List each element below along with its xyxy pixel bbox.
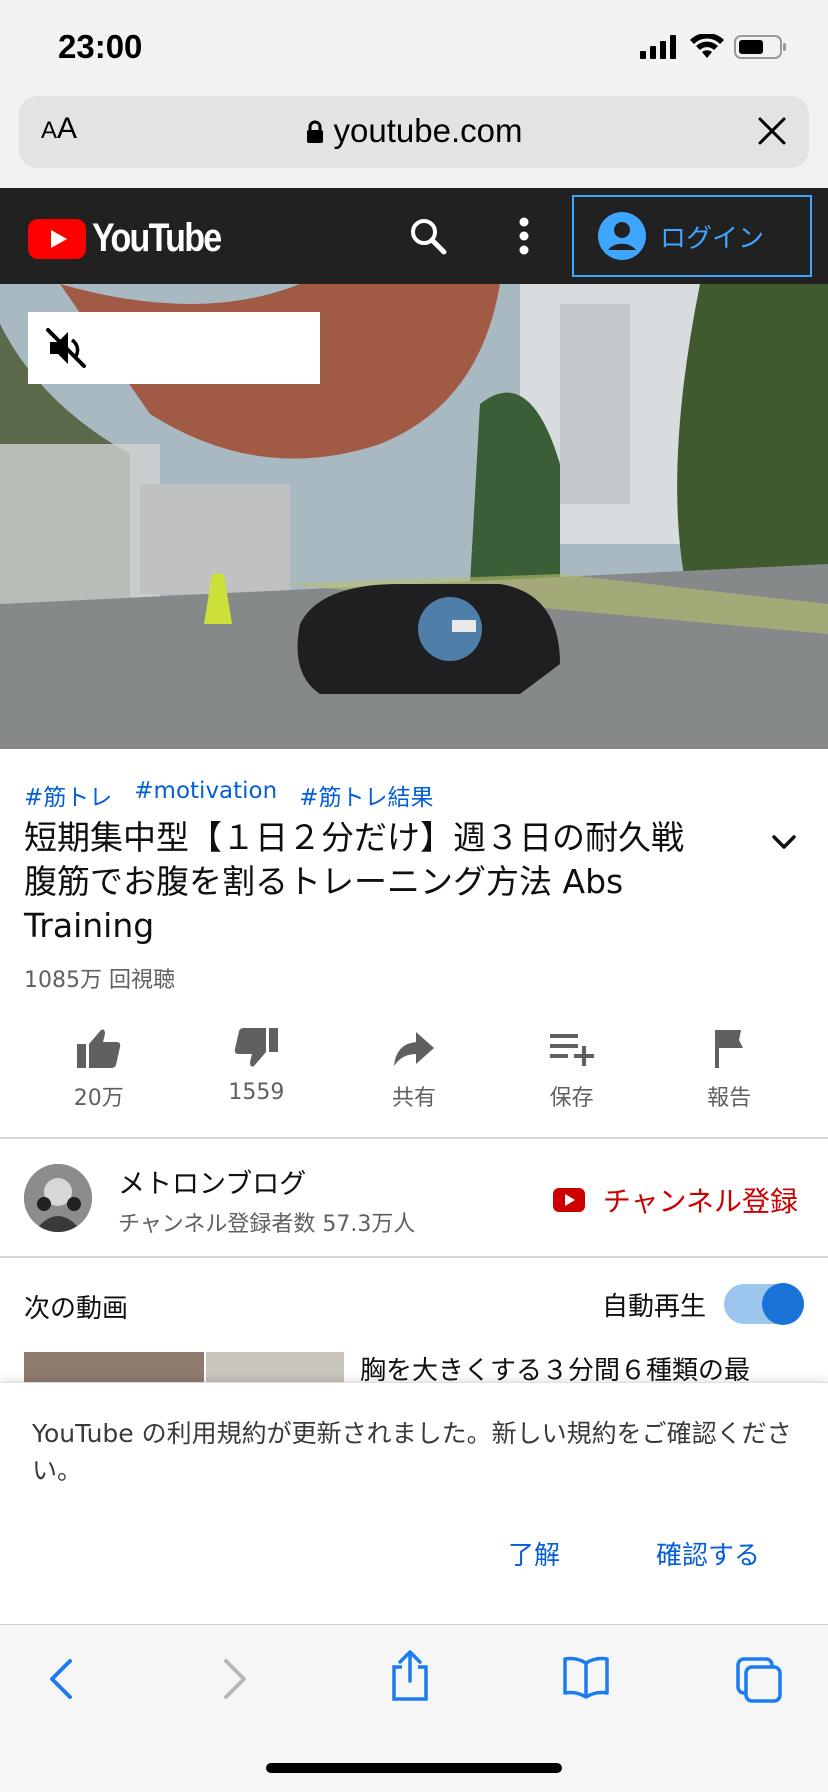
up-next-heading: 次の動画 bbox=[24, 1294, 129, 1324]
ok-button[interactable]: 了解 bbox=[508, 1535, 560, 1572]
like-count: 20万 bbox=[73, 1086, 124, 1111]
thumbnail-part bbox=[206, 1352, 344, 1382]
back-icon[interactable] bbox=[44, 1655, 78, 1703]
section-divider bbox=[0, 1137, 828, 1139]
channel-avatar-image bbox=[24, 1164, 92, 1232]
status-time: 23:00 bbox=[58, 28, 143, 65]
forward-icon[interactable] bbox=[218, 1655, 252, 1703]
view-count: 1085万 回視聴 bbox=[24, 968, 175, 993]
youtube-play-icon bbox=[552, 1188, 585, 1212]
action-bar: 20万 1559 共有 保存 報告 bbox=[0, 1018, 828, 1138]
autoplay-toggle-knob bbox=[762, 1283, 804, 1325]
playlist-add-icon bbox=[549, 1034, 594, 1066]
safari-top-bar: AA youtube.com bbox=[0, 96, 828, 188]
review-terms-button[interactable]: 確認する bbox=[656, 1535, 760, 1572]
hashtag-link[interactable]: #筋トレ bbox=[24, 778, 112, 812]
lock-icon bbox=[306, 120, 323, 143]
url-display[interactable]: youtube.com bbox=[19, 112, 809, 150]
next-video-thumbnail[interactable] bbox=[24, 1352, 344, 1382]
search-icon[interactable] bbox=[408, 216, 448, 256]
share-button[interactable]: 共有 bbox=[344, 1018, 484, 1138]
video-player[interactable] bbox=[0, 284, 828, 749]
like-button[interactable]: 20万 bbox=[29, 1018, 169, 1138]
video-title-line: 短期集中型【１日２分だけ】週３日の耐久戦 bbox=[24, 818, 684, 857]
youtube-logo[interactable]: YouTube bbox=[28, 216, 243, 261]
muted-speaker-icon bbox=[46, 328, 86, 368]
flag-icon bbox=[715, 1030, 744, 1068]
terms-update-dialog: YouTube の利用規約が更新されました。新しい規約をご確認ください。 了解 … bbox=[0, 1382, 828, 1624]
channel-row: メトロンブログ チャンネル登録者数 57.3万人 チャンネル登録 bbox=[0, 1140, 828, 1258]
status-bar: 23:00 bbox=[0, 0, 828, 96]
tabs-icon[interactable] bbox=[734, 1655, 784, 1705]
subscribe-label: チャンネル登録 bbox=[602, 1185, 798, 1218]
close-icon[interactable] bbox=[757, 116, 787, 146]
terms-message: YouTube の利用規約が更新されました。新しい規約をご確認ください。 bbox=[32, 1419, 792, 1485]
subscribe-button[interactable]: チャンネル登録 bbox=[552, 1180, 798, 1220]
youtube-play-logo-icon bbox=[28, 218, 86, 259]
address-bar[interactable]: AA youtube.com bbox=[19, 96, 809, 168]
save-button[interactable]: 保存 bbox=[502, 1018, 642, 1138]
bookmarks-icon[interactable] bbox=[562, 1655, 610, 1699]
video-title[interactable]: 短期集中型【１日２分だけ】週３日の耐久戦 腹筋でお腹を割るトレーニング方法 Ab… bbox=[24, 816, 784, 948]
home-indicator bbox=[266, 1763, 562, 1773]
thumbs-up-icon bbox=[76, 1029, 120, 1068]
chevron-down-icon[interactable] bbox=[770, 832, 798, 852]
share-sheet-icon[interactable] bbox=[388, 1649, 432, 1703]
hashtag-link[interactable]: #筋トレ結果 bbox=[299, 778, 433, 812]
section-divider bbox=[0, 1256, 828, 1258]
share-icon bbox=[393, 1032, 434, 1066]
video-title-line: 腹筋でお腹を割るトレーニング方法 Abs bbox=[24, 862, 624, 901]
channel-name[interactable]: メトロンブログ bbox=[118, 1162, 306, 1201]
more-vertical-icon[interactable] bbox=[512, 214, 536, 258]
thumbs-down-icon bbox=[235, 1028, 279, 1067]
youtube-header: YouTube ログイン bbox=[0, 188, 828, 284]
dislike-button[interactable]: 1559 bbox=[186, 1018, 326, 1138]
report-label: 報告 bbox=[707, 1086, 752, 1111]
share-label: 共有 bbox=[391, 1086, 436, 1111]
video-title-line: Training bbox=[24, 906, 155, 945]
subscriber-count: チャンネル登録者数 57.3万人 bbox=[118, 1212, 416, 1237]
account-circle-icon bbox=[598, 212, 646, 260]
report-button[interactable]: 報告 bbox=[659, 1018, 799, 1138]
url-text: youtube.com bbox=[333, 112, 523, 149]
login-label: ログイン bbox=[660, 223, 765, 254]
youtube-logo-text: YouTube bbox=[92, 216, 222, 260]
channel-avatar[interactable] bbox=[24, 1164, 92, 1232]
dislike-count: 1559 bbox=[228, 1080, 285, 1105]
save-label: 保存 bbox=[549, 1086, 594, 1111]
next-video-title[interactable]: 胸を大きくする３分間６種類の最 bbox=[360, 1350, 810, 1384]
thumbnail-part bbox=[24, 1352, 204, 1382]
autoplay-control: 自動再生 bbox=[601, 1283, 804, 1325]
cellular-signal-icon bbox=[640, 35, 676, 59]
status-icons bbox=[640, 34, 788, 60]
wifi-icon bbox=[690, 34, 724, 58]
battery-icon bbox=[734, 35, 786, 59]
autoplay-label: 自動再生 bbox=[601, 1291, 706, 1322]
hashtag-link[interactable]: #motivation bbox=[134, 778, 277, 812]
login-button[interactable]: ログイン bbox=[572, 195, 812, 277]
unmute-button[interactable] bbox=[28, 312, 320, 384]
hashtag-list: #筋トレ #motivation #筋トレ結果 bbox=[24, 778, 433, 812]
autoplay-toggle[interactable] bbox=[724, 1283, 804, 1325]
